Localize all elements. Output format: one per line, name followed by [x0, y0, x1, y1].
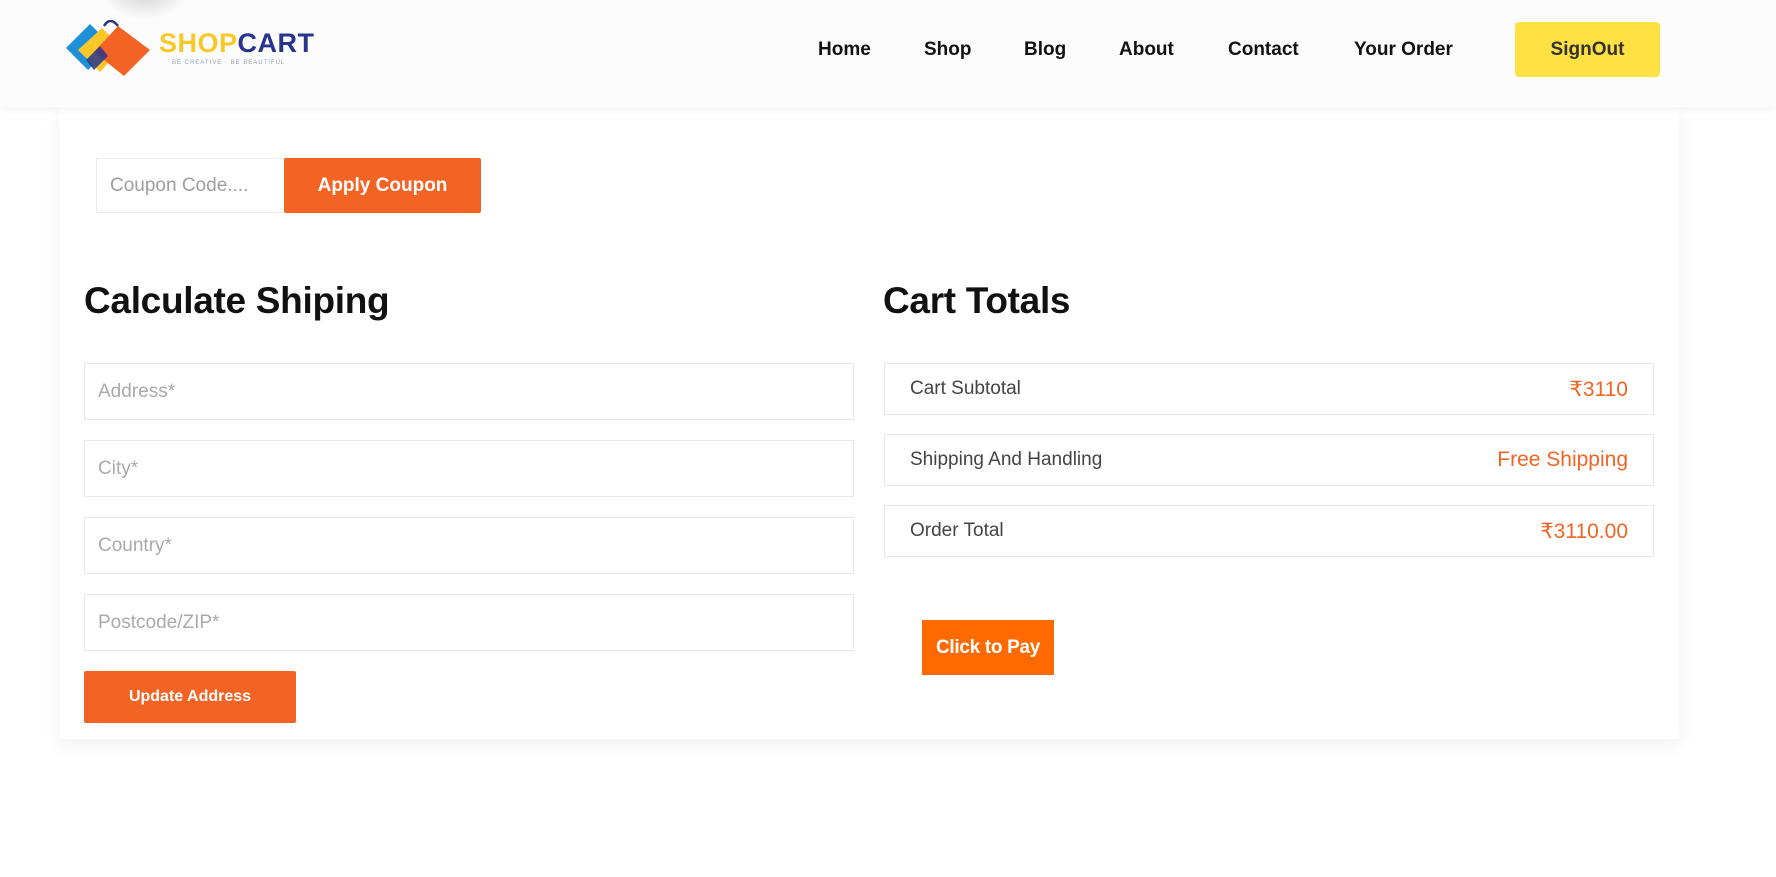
- postcode-field[interactable]: [84, 594, 854, 651]
- update-address-button[interactable]: Update Address: [84, 671, 296, 723]
- cart-totals-title: Cart Totals: [883, 280, 1071, 321]
- nav-contact[interactable]: Contact: [1228, 39, 1299, 61]
- click-to-pay-button[interactable]: Click to Pay: [922, 620, 1054, 675]
- order-total-label: Order Total: [910, 520, 1004, 541]
- cart-subtotal-label: Cart Subtotal: [910, 378, 1021, 399]
- nav-your-order[interactable]: Your Order: [1354, 39, 1453, 61]
- main-nav: Home Shop Blog About Contact Your Order …: [0, 0, 1776, 100]
- city-field[interactable]: [84, 440, 854, 497]
- country-field[interactable]: [84, 517, 854, 574]
- order-total-value: ₹3110.00: [1540, 520, 1628, 543]
- nav-blog[interactable]: Blog: [1024, 39, 1066, 61]
- address-field[interactable]: [84, 363, 854, 420]
- nav-about[interactable]: About: [1119, 39, 1174, 61]
- shipping-handling-row: Shipping And Handling Free Shipping: [884, 434, 1654, 486]
- shipping-handling-value: Free Shipping: [1497, 448, 1628, 471]
- nav-shop[interactable]: Shop: [924, 39, 972, 61]
- order-total-row: Order Total ₹3110.00: [884, 505, 1654, 557]
- apply-coupon-button[interactable]: Apply Coupon: [284, 158, 481, 213]
- coupon-code-input[interactable]: [96, 158, 285, 213]
- signout-button[interactable]: SignOut: [1515, 22, 1660, 77]
- cart-subtotal-row: Cart Subtotal ₹3110: [884, 363, 1654, 415]
- cart-subtotal-value: ₹3110: [1569, 378, 1628, 401]
- shipping-handling-label: Shipping And Handling: [910, 449, 1103, 470]
- calculate-shipping-title: Calculate Shiping: [84, 280, 390, 321]
- site-header: SHOPCART BE CREATIVE · BE BEAUTIFUL Home…: [0, 0, 1776, 107]
- nav-home[interactable]: Home: [818, 39, 871, 61]
